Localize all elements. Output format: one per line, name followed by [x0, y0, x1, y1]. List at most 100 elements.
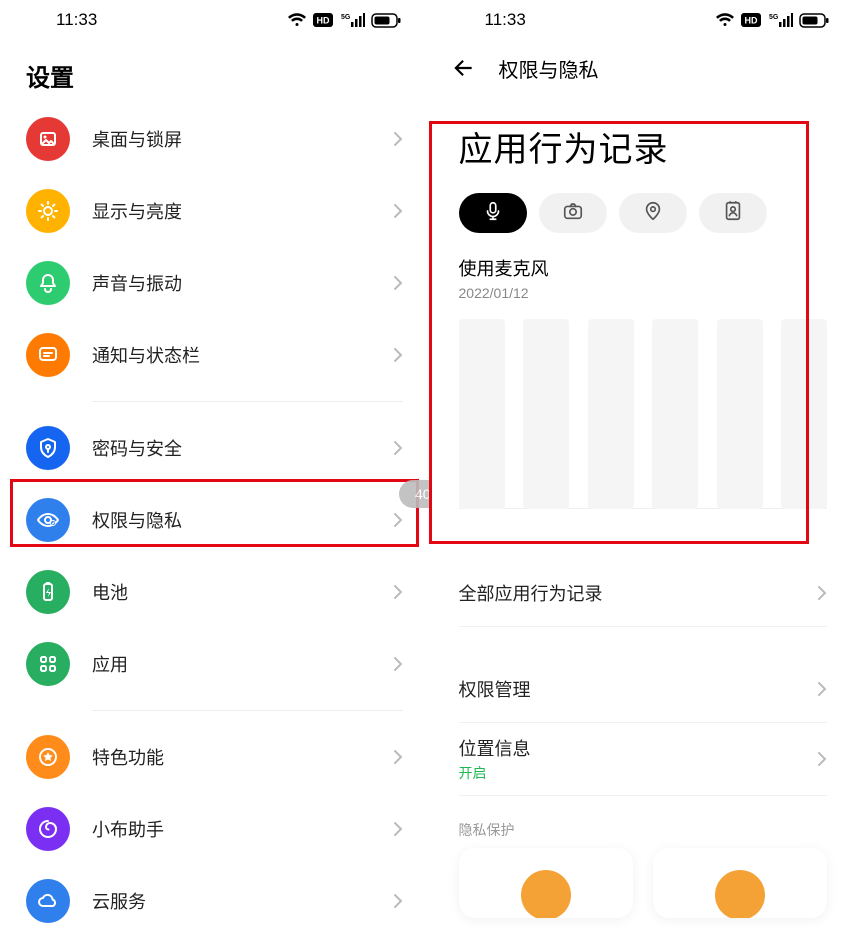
chevron-right-icon — [817, 751, 827, 767]
cloud-icon — [26, 879, 70, 923]
eye-icon — [26, 498, 70, 542]
chart-bar — [781, 319, 827, 509]
svg-text:HD: HD — [316, 16, 329, 26]
menu-item-label: 权限管理 — [459, 676, 818, 702]
chart-bar — [459, 319, 505, 509]
clock: 11:33 — [56, 10, 97, 30]
settings-item-label: 电池 — [70, 579, 393, 605]
privacy-card[interactable] — [459, 848, 633, 918]
settings-item-label: 通知与状态栏 — [70, 342, 393, 368]
spiral-icon — [26, 807, 70, 851]
menu-item-location-info[interactable]: 位置信息 开启 — [459, 723, 828, 796]
hd-icon: HD — [741, 13, 761, 27]
settings-item-assistant[interactable]: 小布助手 — [16, 793, 413, 865]
menu-item-sublabel: 开启 — [459, 763, 487, 783]
settings-item-label: 云服务 — [70, 888, 393, 914]
privacy-cards — [429, 848, 857, 918]
filter-location[interactable] — [619, 193, 687, 233]
settings-item-battery[interactable]: 电池 — [16, 556, 413, 628]
settings-item-display-brightness[interactable]: 显示与亮度 — [16, 175, 413, 247]
settings-item-label: 小布助手 — [70, 816, 393, 842]
sun-icon — [26, 189, 70, 233]
chevron-right-icon — [817, 681, 827, 697]
settings-screen: 11:33 HD 5G 设置 桌面与锁屏 显示与亮度 声音与振动 通知与状态栏 … — [0, 0, 429, 946]
filter-camera[interactable] — [539, 193, 607, 233]
settings-item-label: 应用 — [70, 651, 393, 677]
chart-bar — [652, 319, 698, 509]
privacy-menu: 全部应用行为记录 权限管理 位置信息 开启 — [429, 559, 857, 796]
usage-label: 使用麦克风 — [459, 255, 828, 281]
settings-item-label: 显示与亮度 — [70, 198, 393, 224]
settings-item-label: 密码与安全 — [70, 435, 393, 461]
menu-item-label: 位置信息 — [459, 735, 531, 761]
hd-icon: HD — [313, 13, 333, 27]
settings-item-notification-statusbar[interactable]: 通知与状态栏 — [16, 319, 413, 391]
filter-mic[interactable] — [459, 193, 527, 233]
svg-text:5G: 5G — [341, 14, 351, 21]
grid-icon — [26, 642, 70, 686]
arrow-left-icon — [450, 55, 476, 81]
contact-icon — [722, 200, 744, 227]
settings-item-cloud[interactable]: 云服务 — [16, 865, 413, 937]
volume-indicator: 40% — [399, 480, 429, 508]
camera-icon — [562, 200, 584, 227]
battery-icon — [799, 13, 829, 28]
settings-list: 桌面与锁屏 显示与亮度 声音与振动 通知与状态栏 密码与安全 权限与隐私 电池 … — [0, 103, 429, 937]
clock: 11:33 — [485, 10, 526, 30]
chevron-right-icon — [393, 203, 403, 219]
settings-item-features[interactable]: 特色功能 — [16, 721, 413, 793]
settings-item-label: 特色功能 — [70, 744, 393, 770]
settings-item-sound-vibration[interactable]: 声音与振动 — [16, 247, 413, 319]
usage-chart — [459, 319, 828, 509]
section-label: 隐私保护 — [429, 796, 857, 848]
header-title: 权限与隐私 — [499, 54, 599, 83]
settings-item-privacy-permissions[interactable]: 权限与隐私 — [16, 484, 413, 556]
chevron-right-icon — [393, 347, 403, 363]
card-icon — [715, 870, 765, 918]
menu-item-label: 全部应用行为记录 — [459, 580, 818, 606]
mic-icon — [482, 200, 504, 227]
chevron-right-icon — [393, 584, 403, 600]
bell-icon — [26, 261, 70, 305]
status-bar: 11:33 HD 5G — [429, 0, 857, 40]
chevron-right-icon — [393, 656, 403, 672]
chevron-right-icon — [393, 131, 403, 147]
page-header: 权限与隐私 — [429, 40, 857, 96]
signal-5g-icon: 5G — [339, 12, 365, 28]
status-icons: HD 5G — [287, 12, 401, 28]
star-icon — [26, 735, 70, 779]
settings-item-label: 权限与隐私 — [70, 507, 393, 533]
battery-icon — [26, 570, 70, 614]
settings-item-label: 声音与振动 — [70, 270, 393, 296]
chart-bar — [588, 319, 634, 509]
menu-item-all-records[interactable]: 全部应用行为记录 — [459, 559, 828, 627]
pin-icon — [642, 200, 664, 227]
battery-icon — [371, 13, 401, 28]
back-button[interactable] — [447, 52, 479, 84]
page-title: 设置 — [0, 40, 429, 103]
status-icons: HD 5G — [715, 12, 829, 28]
shield-icon — [26, 426, 70, 470]
chevron-right-icon — [393, 275, 403, 291]
image-icon — [26, 117, 70, 161]
settings-item-label: 桌面与锁屏 — [70, 126, 393, 152]
filter-contacts[interactable] — [699, 193, 767, 233]
card-icon — [521, 870, 571, 918]
svg-text:HD: HD — [745, 16, 758, 26]
settings-item-desktop-lockscreen[interactable]: 桌面与锁屏 — [16, 103, 413, 175]
chart-baseline — [459, 508, 828, 509]
chevron-right-icon — [393, 512, 403, 528]
svg-text:5G: 5G — [769, 14, 779, 21]
chart-bar — [523, 319, 569, 509]
settings-item-password-security[interactable]: 密码与安全 — [16, 412, 413, 484]
chevron-right-icon — [393, 821, 403, 837]
usage-date: 2022/01/12 — [459, 285, 828, 301]
chevron-right-icon — [393, 440, 403, 456]
section-title: 应用行为记录 — [459, 96, 828, 193]
wifi-icon — [715, 12, 735, 28]
chevron-right-icon — [393, 893, 403, 909]
filter-row — [459, 193, 828, 233]
settings-item-apps[interactable]: 应用 — [16, 628, 413, 700]
privacy-card[interactable] — [653, 848, 827, 918]
menu-item-perm-mgmt[interactable]: 权限管理 — [459, 655, 828, 723]
